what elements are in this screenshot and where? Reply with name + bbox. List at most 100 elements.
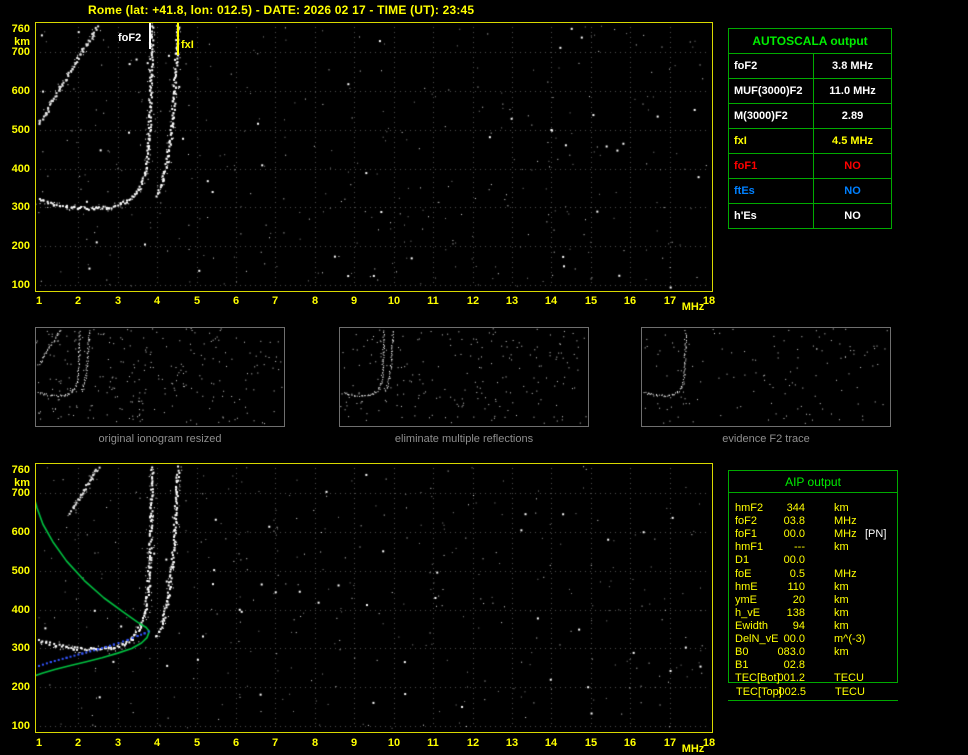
- autoscala-row-foF1: foF1 NO: [728, 153, 892, 179]
- autoscala-param-label: fxI: [728, 128, 814, 154]
- y-axis-tick-500: 500: [11, 565, 30, 577]
- aip-param-name: B1: [735, 659, 749, 672]
- aip-param-value: 00.0: [783, 528, 805, 541]
- x-axis-tick-11: 11: [427, 737, 439, 749]
- aip-param-value: ---: [794, 541, 805, 554]
- x-axis-tick-4: 4: [153, 737, 161, 749]
- autoscala-row-ftEs: ftEs NO: [728, 178, 892, 204]
- x-axis-unit-label: MHz: [681, 743, 705, 755]
- aip-param-value: 002.5: [778, 686, 806, 698]
- aip-row-B0: B0 083.0 km: [729, 646, 897, 659]
- aip-param-unit: MHz: [834, 567, 857, 580]
- aip-param-unit: km: [834, 580, 849, 593]
- autoscala-row-h'Es: h'Es NO: [728, 203, 892, 229]
- x-axis-tick-1: 1: [35, 737, 43, 749]
- aip-row-DelN-vE: DelN_vE 00.0 m^(-3): [729, 633, 897, 646]
- x-axis-tick-3: 3: [114, 295, 122, 307]
- ionogram-canvas-bottom: [36, 464, 712, 732]
- aip-param-unit: km: [834, 619, 849, 632]
- y-axis-tick-300: 300: [11, 201, 30, 213]
- fxi-frequency-label: fxI: [181, 39, 194, 51]
- aip-param-unit: m^(-3): [834, 633, 866, 645]
- autoscala-param-label: M(3000)F2: [728, 103, 814, 129]
- thumbnail-multiple-reflections-removed: [339, 327, 589, 427]
- aip-param-name: foE: [735, 567, 752, 580]
- autoscala-param-value: 11.0 MHz: [813, 78, 892, 104]
- aip-param-unit: km: [834, 606, 849, 619]
- aip-param-value: 94: [792, 619, 805, 632]
- x-axis-tick-13: 13: [505, 737, 519, 749]
- y-axis-tick-200: 200: [11, 681, 30, 693]
- aip-param-flag: [PN]: [865, 528, 887, 541]
- x-axis-tick-12: 12: [466, 737, 480, 749]
- aip-row-D1: D1 00.0: [729, 554, 897, 567]
- x-axis-tick-7: 7: [271, 737, 279, 749]
- fof2-frequency-line: [149, 23, 151, 49]
- y-axis-tick-400: 400: [11, 604, 30, 616]
- fxi-frequency-line: [177, 23, 179, 55]
- station-date-title: Rome (lat: +41.8, lon: 012.5) - DATE: 20…: [88, 3, 475, 17]
- aip-param-unit: km: [834, 593, 849, 606]
- autoscala-table-title: AUTOSCALA output: [728, 28, 892, 54]
- thumbnail-canvas-original: [36, 328, 284, 426]
- thumbnail-canvas-f2-trace: [642, 328, 890, 426]
- autoscala-param-value: 3.8 MHz: [813, 53, 892, 79]
- autoscala-param-value: NO: [813, 178, 892, 204]
- aip-param-name: ymE: [735, 593, 757, 606]
- autoscala-row-M(3000)F2: M(3000)F2 2.89: [728, 103, 892, 129]
- x-axis-tick-4: 4: [153, 295, 161, 307]
- y-axis-tick-760: 760: [11, 23, 30, 35]
- thumbnail-canvas-no-multiples: [340, 328, 588, 426]
- x-axis-tick-11: 11: [427, 295, 439, 307]
- autoscala-row-fxI: fxI 4.5 MHz: [728, 128, 892, 154]
- aip-param-unit: MHz: [834, 528, 857, 541]
- autoscala-window: Rome (lat: +41.8, lon: 012.5) - DATE: 20…: [0, 0, 968, 755]
- x-axis-tick-16: 16: [623, 295, 637, 307]
- y-axis-tick-760: 760: [11, 464, 30, 476]
- y-axis-tick-600: 600: [11, 526, 30, 538]
- x-axis-tick-17: 17: [663, 737, 677, 749]
- aip-param-value: 083.0: [777, 646, 805, 659]
- x-axis-tick-17: 17: [663, 295, 677, 307]
- aip-row-ymE: ymE 20 km: [729, 594, 897, 607]
- aip-row-Ewidth: Ewidth 94 km: [729, 620, 897, 633]
- x-axis-tick-9: 9: [350, 737, 358, 749]
- aip-param-value: 0.5: [789, 567, 805, 580]
- autoscala-param-value: NO: [813, 153, 892, 179]
- y-axis-tick-700: 700: [11, 487, 30, 499]
- thumbnail-caption-original: original ionogram resized: [98, 433, 222, 445]
- autoscala-row-foF2: foF2 3.8 MHz: [728, 53, 892, 79]
- aip-row-foF1: foF1 00.0 MHz [PN]: [729, 528, 897, 541]
- x-axis-tick-8: 8: [311, 737, 319, 749]
- aip-param-name: foF1: [735, 528, 758, 541]
- x-axis-tick-2: 2: [74, 295, 82, 307]
- x-axis-tick-16: 16: [623, 737, 637, 749]
- x-axis-tick-10: 10: [387, 295, 401, 307]
- x-axis-tick-5: 5: [193, 737, 201, 749]
- y-axis-tick-200: 200: [11, 240, 30, 252]
- aip-param-name: B0: [735, 646, 749, 659]
- aip-param-name: foF2: [735, 515, 758, 528]
- y-axis-tick-500: 500: [11, 124, 30, 136]
- aip-param-name: D1: [735, 554, 750, 567]
- autoscala-param-value: NO: [813, 203, 892, 229]
- x-axis-tick-6: 6: [232, 737, 240, 749]
- aip-param-unit: km: [834, 502, 849, 514]
- aip-param-value: 344: [786, 502, 805, 514]
- aip-param-value: 00.0: [783, 554, 805, 567]
- x-axis-tick-14: 14: [544, 295, 558, 307]
- autoscala-param-label: foF1: [728, 153, 814, 179]
- autoscala-row-MUF(3000)F2: MUF(3000)F2 11.0 MHz: [728, 78, 892, 104]
- autoscala-header-row: AUTOSCALA output: [728, 28, 892, 54]
- x-axis-tick-7: 7: [271, 295, 279, 307]
- aip-param-value: 110: [787, 580, 805, 593]
- x-axis-tick-13: 13: [505, 295, 519, 307]
- x-axis-tick-6: 6: [232, 295, 240, 307]
- aip-param-unit: MHz: [834, 515, 857, 528]
- autoscala-param-label: h'Es: [728, 203, 814, 229]
- aip-output-panel: AIP output hmF2 344 km foF2 03.8 MHz foF1 00.0 M…: [728, 470, 898, 684]
- ionogram-canvas-top: [36, 23, 712, 291]
- x-axis-tick-15: 15: [584, 737, 598, 749]
- aip-row-TEC-Top-: TEC[Top] 002.5 TECU: [730, 686, 898, 699]
- aip-param-unit: TECU: [835, 686, 865, 698]
